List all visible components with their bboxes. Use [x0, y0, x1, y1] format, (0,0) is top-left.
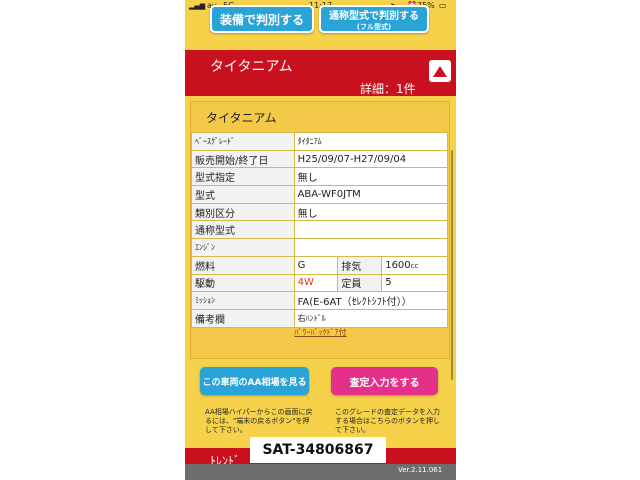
note-right: このグレードの査定データを入力する場合はこちらのボタンを押して下さい。	[335, 408, 440, 434]
signal-icon: ▂▄▆	[189, 2, 206, 10]
spec-value: 無し	[293, 167, 449, 187]
card-title: タイタニアム	[206, 111, 277, 125]
listing-id-overlay: SAT-34806867	[250, 437, 386, 463]
capacity-label: 定員	[337, 273, 383, 293]
spec-table: ﾍﾞｰｽｸﾞﾚｰﾄﾞ ﾀｲﾀﾆｱﾑ 販売開始/終了日 H25/09/07-H27…	[191, 132, 449, 328]
version-label: Ver.2.11.061	[398, 466, 443, 474]
spec-label: 販売開始/終了日	[191, 149, 295, 169]
table-row: 通称型式	[191, 220, 449, 240]
mission-value: FA(E-6AT（ｾﾚｸﾄｼﾌﾄ付））	[293, 291, 449, 310]
spec-value: ﾀｲﾀﾆｱﾑ	[293, 132, 449, 151]
spec-value: 無し	[293, 202, 449, 222]
spec-label: 類別区分	[191, 202, 295, 222]
result-count: 詳細：1件	[360, 82, 416, 96]
type-identify-label: 通称型式で判別する	[329, 10, 419, 22]
drive-label: 駆動	[191, 273, 295, 293]
header-title: タイタニアム	[210, 59, 293, 75]
spec-label: 型式	[191, 185, 295, 204]
mission-label: ﾐｯｼｮﾝ	[191, 291, 295, 310]
table-row: 備考欄 右ﾊﾝﾄﾞﾙ	[191, 308, 449, 328]
power-back-door-link[interactable]: ﾊﾟﾜｰﾊﾞｯｸﾄﾞｱ付	[185, 327, 456, 338]
equipment-identify-label: 装備で判別する	[219, 12, 304, 27]
spec-label: ｴﾝｼﾞﾝ	[191, 238, 295, 257]
table-row: ﾍﾞｰｽｸﾞﾚｰﾄﾞ ﾀｲﾀﾆｱﾑ	[191, 132, 449, 151]
spec-label: 通称型式	[191, 220, 295, 240]
type-identify-button[interactable]: 通称型式で判別する (フル型式)	[319, 5, 429, 33]
displacement-unit: cc	[410, 261, 419, 270]
app-screen: ▂▄▆ au 5G 11:17 ➤ ⏰ 75% ▭ 装備で判別する 通称型式で判…	[185, 0, 456, 480]
fuel-value: G	[293, 255, 339, 275]
table-row: 燃料 G 排気 1600cc	[191, 255, 448, 275]
aa-market-button[interactable]: この車両のAA相場を見る	[200, 367, 309, 395]
spec-value	[293, 238, 449, 257]
spec-value: ABA-WF0JTM	[293, 185, 449, 204]
assessment-button[interactable]: 査定入力をする	[331, 367, 438, 395]
drive-value: 4W	[293, 273, 339, 293]
displacement-label: 排気	[337, 255, 383, 275]
table-row: 駆動 4W 定員 5	[191, 273, 448, 293]
capacity-value: 5	[381, 273, 448, 293]
table-row: 型式指定 無し	[191, 167, 449, 187]
spec-value	[293, 220, 449, 240]
assessment-label: 査定入力をする	[349, 377, 420, 389]
scroll-top-button[interactable]	[429, 60, 451, 82]
equipment-identify-button[interactable]: 装備で判別する	[210, 5, 314, 33]
displacement-cell: 1600cc	[381, 255, 448, 275]
remarks-value: 右ﾊﾝﾄﾞﾙ	[293, 308, 449, 328]
triangle-up-icon	[433, 65, 447, 77]
table-row: ﾐｯｼｮﾝ FA(E-6AT（ｾﾚｸﾄｼﾌﾄ付））	[191, 291, 449, 310]
remarks-label: 備考欄	[191, 308, 295, 328]
battery-icon: ▭	[439, 1, 447, 10]
type-identify-sublabel: (フル型式)	[356, 22, 392, 31]
table-row: 類別区分 無し	[191, 202, 449, 222]
table-row: 販売開始/終了日 H25/09/07-H27/09/04	[191, 149, 449, 169]
displacement-value: 1600	[385, 259, 411, 271]
spec-label: ﾍﾞｰｽｸﾞﾚｰﾄﾞ	[191, 132, 295, 151]
scrollbar[interactable]	[451, 150, 453, 380]
fuel-label: 燃料	[191, 255, 295, 275]
spec-value: H25/09/07-H27/09/04	[293, 149, 449, 169]
listing-id: SAT-34806867	[262, 442, 374, 458]
spec-label: 型式指定	[191, 167, 295, 187]
note-left: AA相場ハイパーからこの画面に戻るには、"端末の戻るボタン"を押して下さい。	[205, 408, 313, 434]
table-row: 型式 ABA-WF0JTM	[191, 185, 449, 204]
aa-market-label: この車両のAA相場を見る	[202, 377, 307, 388]
table-row: ｴﾝｼﾞﾝ	[191, 238, 449, 257]
